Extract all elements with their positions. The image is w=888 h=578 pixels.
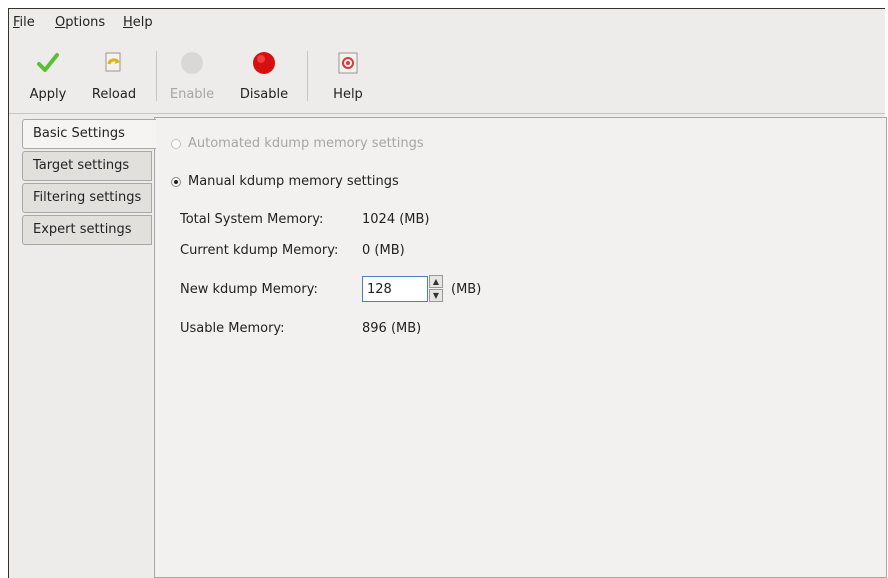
disable-icon: [253, 52, 275, 74]
tab-filtering-settings[interactable]: Filtering settings: [22, 183, 152, 213]
radio-indicator: [171, 177, 181, 187]
current-kdump-memory-value: 0 (MB): [362, 243, 405, 258]
automated-memory-label: Automated kdump memory settings: [188, 136, 424, 151]
help-icon: [338, 52, 358, 74]
basic-settings-panel: Automated kdump memory settings Manual k…: [154, 117, 887, 578]
total-memory-value: 1024 (MB): [362, 212, 430, 227]
new-kdump-memory-input[interactable]: [362, 276, 428, 302]
kdump-window: File Options Help Apply Reload Enable Di…: [8, 8, 887, 578]
menu-help[interactable]: Help: [123, 15, 153, 30]
new-kdump-memory-unit: (MB): [451, 282, 482, 297]
menu-bar: File Options Help: [9, 9, 885, 37]
tab-target-settings[interactable]: Target settings: [22, 151, 152, 181]
menu-file[interactable]: File: [13, 15, 35, 30]
tab-basic-settings[interactable]: Basic Settings: [22, 119, 156, 149]
new-kdump-memory-label: New kdump Memory:: [180, 282, 318, 297]
spin-up-button[interactable]: ▲: [429, 275, 443, 288]
menu-options[interactable]: Options: [55, 15, 105, 30]
enable-button[interactable]: Enable: [167, 45, 217, 109]
spin-down-button[interactable]: ▼: [429, 289, 443, 302]
memory-spinner: ▲ ▼: [429, 275, 443, 303]
tab-expert-settings[interactable]: Expert settings: [22, 215, 152, 245]
disable-button[interactable]: Disable: [235, 45, 293, 109]
toolbar: Apply Reload Enable Disable Help: [9, 39, 885, 114]
reload-icon: [105, 52, 121, 72]
reload-button[interactable]: Reload: [85, 45, 143, 109]
radio-indicator: [171, 139, 181, 149]
toolbar-separator: [307, 51, 308, 101]
usable-memory-value: 896 (MB): [362, 321, 422, 336]
current-kdump-memory-label: Current kdump Memory:: [180, 243, 339, 258]
help-button[interactable]: Help: [321, 45, 375, 109]
manual-memory-label: Manual kdump memory settings: [188, 174, 399, 189]
enable-icon: [181, 52, 203, 74]
total-memory-label: Total System Memory:: [180, 212, 324, 227]
toolbar-separator: [156, 51, 157, 101]
usable-memory-label: Usable Memory:: [180, 321, 285, 336]
apply-button[interactable]: Apply: [21, 45, 75, 109]
checkmark-icon: [37, 53, 59, 72]
